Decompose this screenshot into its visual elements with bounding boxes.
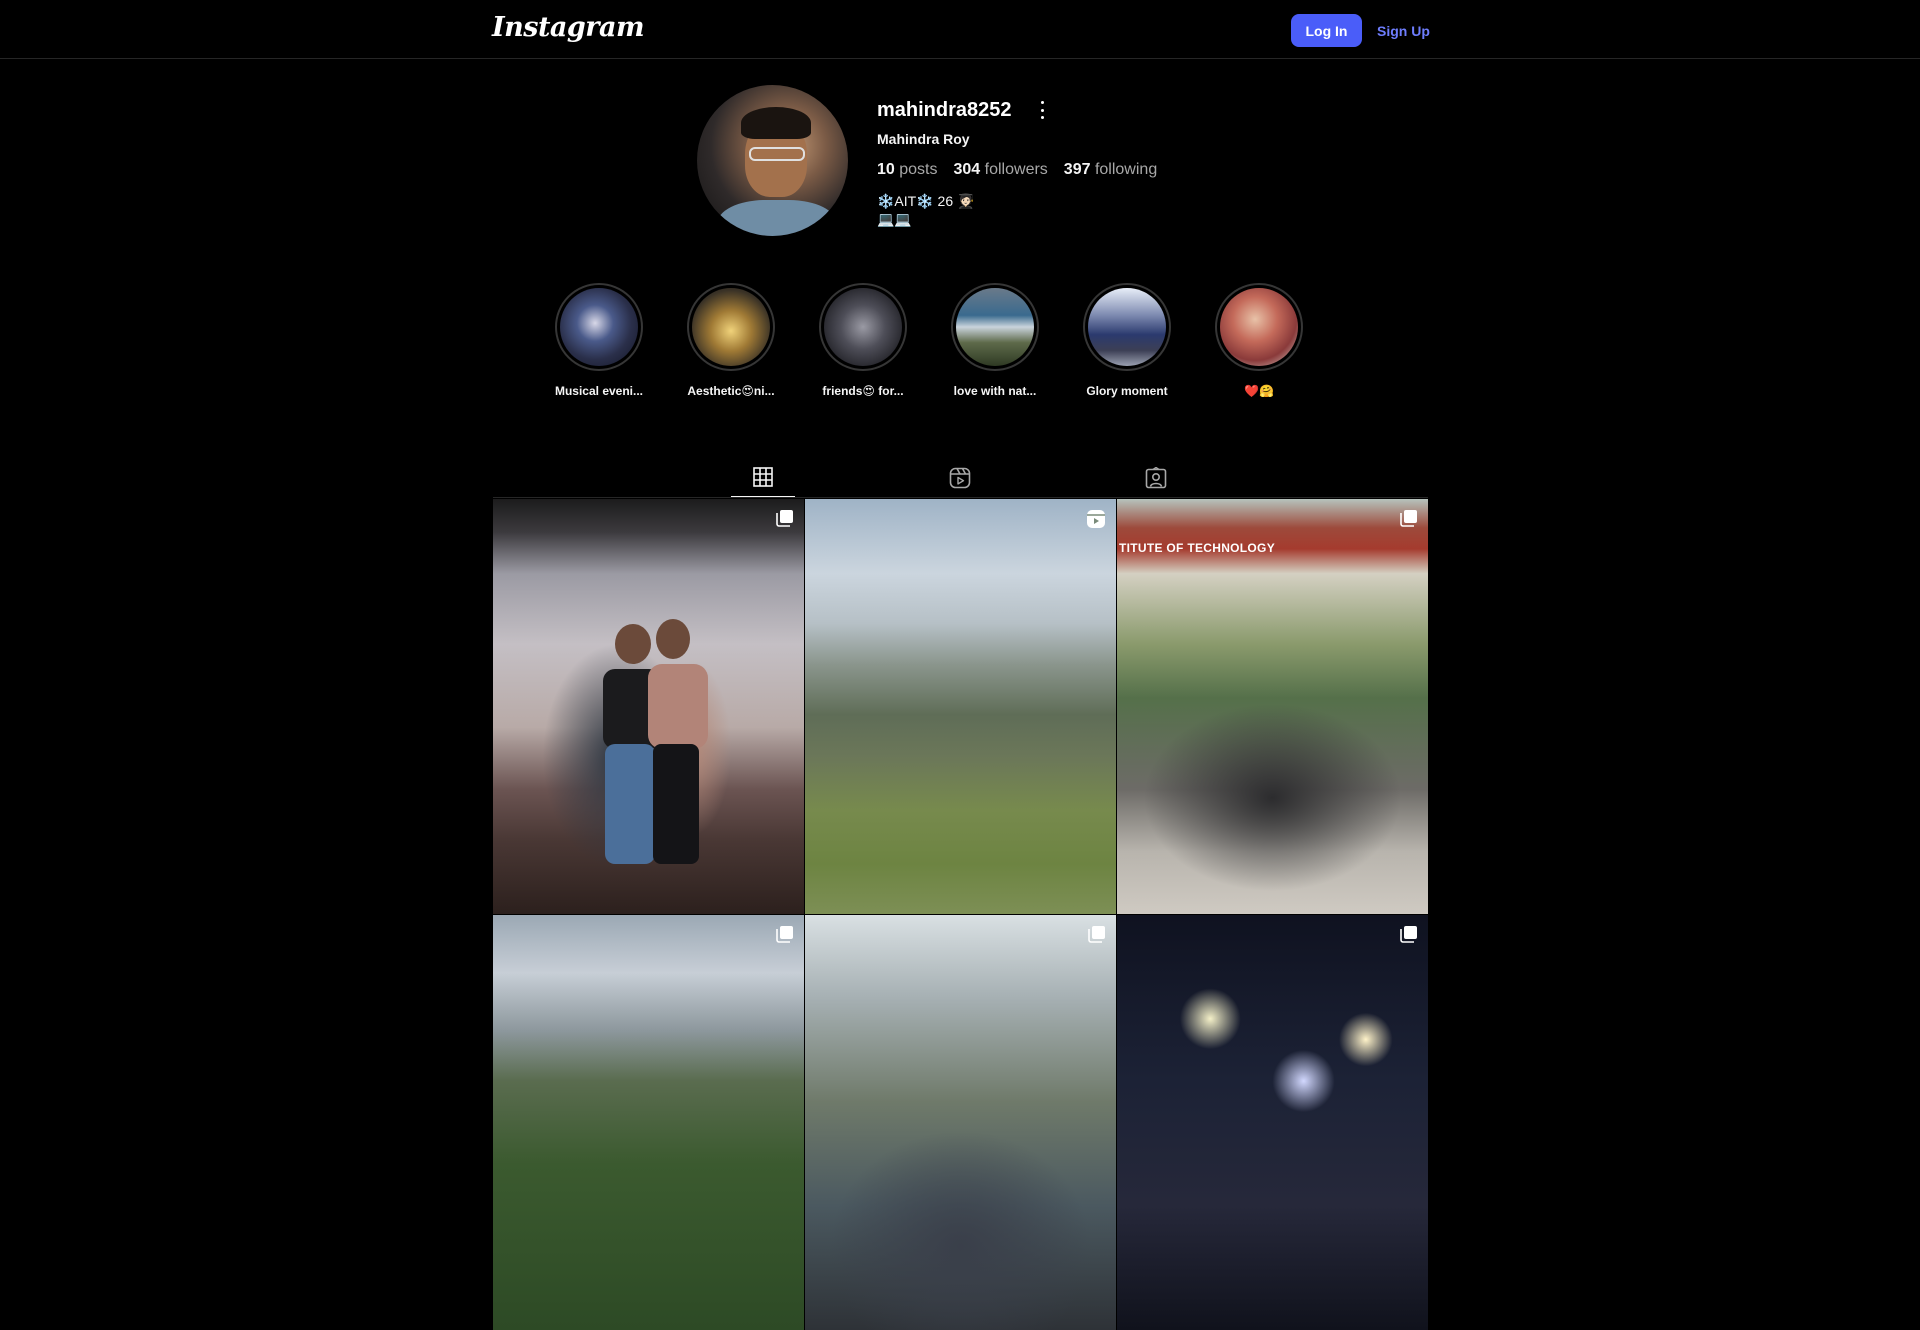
profile-stats: 10 posts 304 followers 397 following — [877, 161, 1157, 179]
bio-line: ❄️AIT❄️ 26 🧑🏻‍🎓 — [877, 193, 975, 209]
highlight-label: love with nat... — [953, 384, 1037, 398]
tagged-icon — [1145, 467, 1167, 489]
post-thumbnail[interactable] — [1117, 915, 1428, 1330]
story-highlights: Musical eveni... Aesthetic😍ni... friends… — [533, 283, 1325, 398]
post-thumbnail[interactable] — [493, 499, 804, 914]
posts-grid: TITUTE OF TECHNOLOGY — [493, 499, 1428, 1330]
highlight-item[interactable]: love with nat... — [929, 283, 1061, 398]
highlight-cover — [1088, 288, 1166, 366]
followers-count: 304 — [953, 161, 981, 178]
highlight-cover — [824, 288, 902, 366]
highlight-label: ❤️🤗 — [1244, 384, 1274, 398]
profile-avatar[interactable] — [697, 85, 848, 236]
carousel-icon — [1400, 926, 1417, 943]
posts-count-stat: 10 posts — [877, 161, 938, 179]
instagram-logo[interactable]: Instagram — [492, 12, 645, 43]
reels-icon — [949, 467, 971, 489]
profile-username: mahindra8252 — [877, 99, 1012, 121]
highlight-cover — [956, 288, 1034, 366]
posts-count: 10 — [877, 161, 895, 178]
highlight-cover — [1220, 288, 1298, 366]
followers-stat[interactable]: 304 followers — [954, 161, 1048, 179]
carousel-icon — [776, 926, 793, 943]
top-navigation-bar: Instagram Log In Sign Up — [0, 0, 1920, 59]
following-count: 397 — [1063, 161, 1091, 178]
post-thumbnail[interactable] — [805, 499, 1116, 914]
highlight-item[interactable]: ❤️🤗 — [1193, 283, 1325, 398]
tab-posts[interactable] — [731, 458, 795, 498]
highlight-cover — [692, 288, 770, 366]
highlight-label: Musical eveni... — [554, 384, 644, 398]
tab-tagged[interactable] — [1124, 458, 1188, 498]
post-thumbnail[interactable] — [805, 915, 1116, 1330]
grid-icon — [753, 467, 773, 487]
post-photo-people — [603, 619, 708, 864]
highlight-label: Glory moment — [1086, 384, 1168, 398]
carousel-icon — [1400, 510, 1417, 527]
tab-reels[interactable] — [928, 458, 992, 498]
more-options-icon[interactable] — [1036, 101, 1048, 119]
highlight-item[interactable]: Musical eveni... — [533, 283, 665, 398]
highlight-label: Aesthetic😍ni... — [687, 384, 775, 398]
tabs-divider — [493, 497, 1428, 498]
followers-label: followers — [984, 161, 1048, 178]
posts-label: posts — [899, 161, 938, 178]
highlight-item[interactable]: Glory moment — [1061, 283, 1193, 398]
post-thumbnail[interactable] — [493, 915, 804, 1330]
profile-bio: ❄️AIT❄️ 26 🧑🏻‍🎓 💻💻 — [877, 192, 974, 228]
bio-line: 💻💻 — [877, 211, 912, 227]
highlight-cover — [560, 288, 638, 366]
highlight-label: friends😍 for... — [822, 384, 904, 398]
following-label: following — [1094, 161, 1158, 178]
reel-icon — [1087, 510, 1105, 528]
signup-button[interactable]: Sign Up — [1377, 14, 1430, 47]
highlight-item[interactable]: Aesthetic😍ni... — [665, 283, 797, 398]
highlight-item[interactable]: friends😍 for... — [797, 283, 929, 398]
post-thumbnail[interactable]: TITUTE OF TECHNOLOGY — [1117, 499, 1428, 914]
login-button[interactable]: Log In — [1291, 14, 1362, 47]
following-stat[interactable]: 397 following — [1064, 161, 1157, 179]
carousel-icon — [1088, 926, 1105, 943]
profile-full-name: Mahindra Roy — [877, 131, 970, 147]
post-image-text: TITUTE OF TECHNOLOGY — [1119, 541, 1275, 555]
